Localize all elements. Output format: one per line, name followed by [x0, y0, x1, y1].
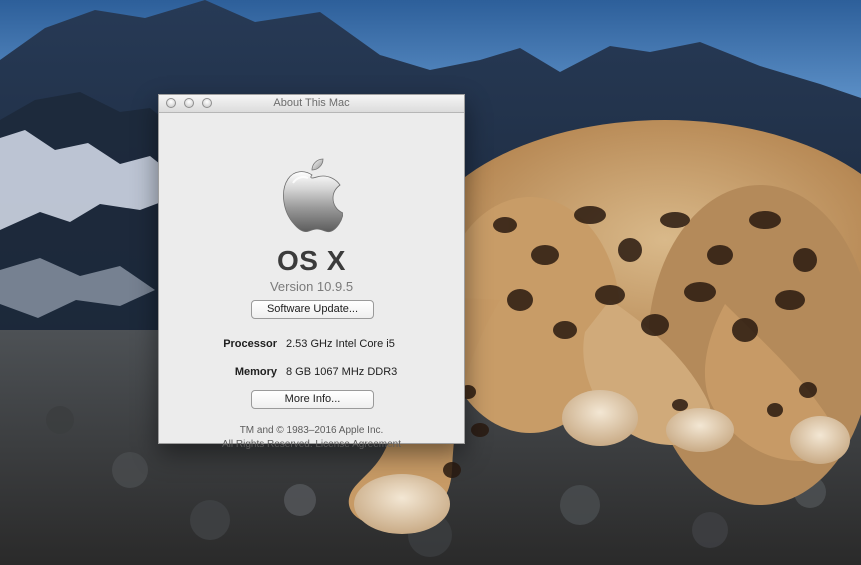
window-titlebar[interactable]: About This Mac [159, 95, 464, 113]
apple-logo-icon [283, 158, 344, 232]
rights-line: All Rights Reserved. License Agreement [159, 439, 464, 450]
processor-value: 2.53 GHz Intel Core i5 [286, 338, 395, 350]
version-text: Version 10.9.5 [269, 279, 354, 294]
about-content: OS X Version 10.9.5 Software Update... P… [159, 113, 464, 450]
desktop: About This Mac OS X Version 10.9.5 Softw… [0, 0, 861, 565]
memory-label: Memory [234, 366, 277, 378]
more-info-button[interactable]: More Info... [251, 390, 374, 409]
license-agreement-link[interactable]: License Agreement [315, 439, 401, 450]
os-name-heading: OS X [277, 245, 346, 276]
software-update-button[interactable]: Software Update... [251, 300, 374, 319]
about-this-mac-window: About This Mac OS X Version 10.9.5 Softw… [158, 94, 465, 450]
rights-text: All Rights Reserved. [222, 439, 313, 450]
apple-logo-icon [281, 155, 344, 237]
copyright-text: TM and © 1983–2016 Apple Inc. [239, 425, 384, 436]
window-title: About This Mac [273, 97, 350, 109]
processor-label: Processor [223, 338, 277, 350]
memory-value: 8 GB 1067 MHz DDR3 [286, 366, 398, 378]
